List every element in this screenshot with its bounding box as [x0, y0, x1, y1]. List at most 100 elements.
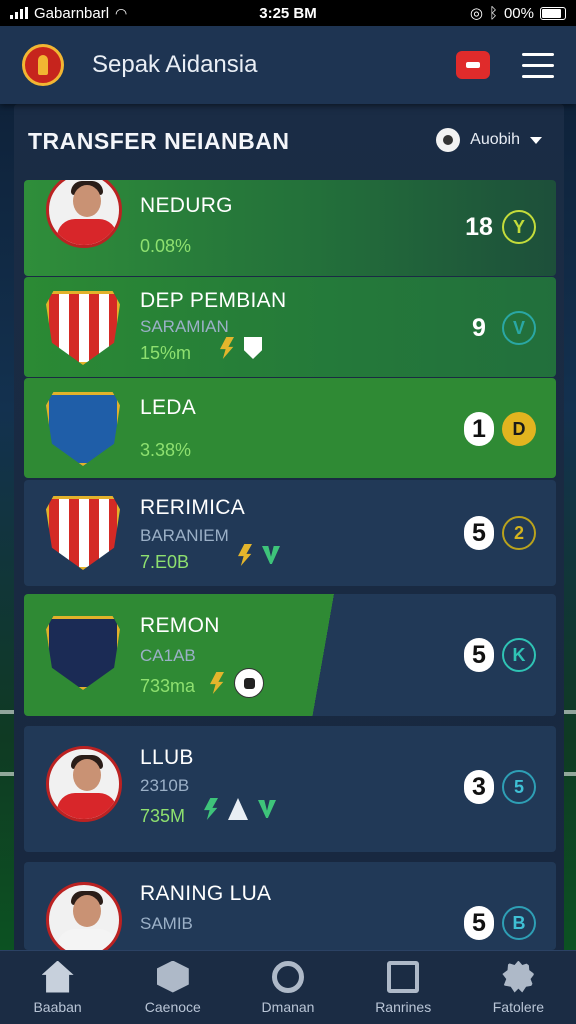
nav-label: Baaban [33, 998, 82, 1015]
home-icon [41, 960, 74, 993]
card-name: DEP PEMBIAN [140, 289, 287, 312]
transfer-card[interactable]: LLUB 2310B 735M 3 5 [24, 726, 556, 852]
score-number: 1 [464, 412, 494, 446]
nav-item-compass[interactable]: Dmanan [230, 951, 345, 1024]
card-score: 5 2 [464, 516, 536, 550]
transfer-card[interactable]: RANING LUA SAMIB 5 B [24, 862, 556, 950]
nav-item-home[interactable]: Baaban [0, 951, 115, 1024]
score-number: 18 [465, 212, 493, 241]
nav-item-box[interactable]: Caenoce [115, 951, 230, 1024]
card-score: 3 5 [464, 770, 536, 804]
transfer-card[interactable]: NEDURG 0.08% 18 Y [24, 180, 556, 276]
card-score: 1 D [464, 412, 536, 446]
nav-label: Dmanan [261, 998, 315, 1015]
nav-label: Fatolere [492, 998, 545, 1015]
transfer-card[interactable]: DEP PEMBIAN SARAMIAN 15%m 9 V [24, 277, 556, 377]
signal-icon [10, 7, 28, 19]
notification-icon [466, 62, 480, 68]
app-title: Sepak Aidansia [92, 51, 258, 78]
transfer-card[interactable]: RERIMICA BARANIEM 7.E0B 5 2 [24, 480, 556, 586]
gear-icon [502, 960, 535, 993]
score-badge: Y [502, 210, 536, 244]
box-icon [156, 960, 189, 993]
card-name: RANING LUA [140, 882, 272, 905]
card-icons [238, 544, 280, 566]
battery-icon [540, 6, 566, 20]
nav-label: Ranrines [375, 998, 432, 1015]
score-badge: V [502, 311, 536, 345]
card-value: 3.38% [140, 440, 192, 460]
card-value: 733ma [140, 676, 196, 696]
card-icons [204, 798, 276, 820]
chevron-down-icon [530, 136, 542, 144]
v-icon [258, 800, 276, 818]
club-crest [46, 392, 120, 466]
score-number: 5 [464, 516, 494, 550]
card-value: 7.E0B [140, 552, 190, 572]
card-name: REMON [140, 614, 220, 637]
app-header: Sepak Aidansia [0, 26, 576, 104]
club-crest [46, 291, 120, 365]
player-avatar [46, 746, 122, 822]
section-title: TRANSFER NEIANBAN [28, 128, 290, 154]
score-badge: B [502, 906, 536, 940]
card-subtitle: SAMIB [140, 914, 193, 933]
status-left: Gabarnbarl ◠ [10, 5, 127, 22]
wifi-icon: ◠ [115, 4, 128, 21]
sort-label: Auobih [470, 131, 520, 148]
v-icon [262, 546, 280, 564]
club-crest [46, 616, 120, 690]
battery-percent: 00% [503, 4, 534, 22]
card-value: 15%m [140, 343, 192, 363]
ball-icon [436, 128, 461, 152]
carrier-name: Gabarnbarl [34, 4, 110, 22]
card-name: LEDA [140, 396, 197, 419]
notification-button[interactable] [456, 51, 490, 79]
score-number: 5 [464, 638, 494, 672]
score-number: 5 [464, 906, 494, 940]
bolt-icon [210, 672, 224, 694]
card-icons [210, 668, 264, 698]
bluetooth-icon: ᛒ [488, 4, 498, 22]
transfer-card[interactable]: LEDA 3.38% 1 D [24, 378, 556, 478]
card-value: 0.08% [140, 236, 192, 256]
card-score: 9 V [464, 311, 536, 345]
status-time: 3:25 BM [259, 4, 317, 22]
card-score: 5 K [464, 638, 536, 672]
score-badge: D [502, 412, 536, 446]
sort-dropdown[interactable]: Auobih [436, 128, 542, 152]
card-value: 735M [140, 806, 186, 826]
score-badge: K [502, 638, 536, 672]
score-badge: 2 [502, 516, 536, 550]
score-number: 9 [472, 313, 486, 342]
status-bar: Gabarnbarl ◠ 3:25 BM ◎ ᛒ 00% [0, 0, 576, 26]
card-subtitle: 2310B [140, 776, 190, 795]
card-subtitle: CA1AB [140, 646, 196, 665]
bolt-icon [204, 798, 218, 820]
menu-button[interactable] [522, 52, 554, 78]
app-logo[interactable] [22, 44, 64, 86]
nav-item-settings[interactable]: Fatolere [461, 951, 576, 1024]
bottom-nav: Baaban Caenoce Dmanan Ranrines Fatolere [0, 950, 576, 1024]
compass-icon [272, 960, 304, 993]
location-icon: ◎ [469, 5, 483, 22]
cone-icon [228, 798, 248, 820]
card-name: RERIMICA [140, 496, 246, 519]
square-icon [387, 960, 420, 993]
card-subtitle: SARAMIAN [140, 317, 229, 336]
score-badge: 5 [502, 770, 536, 804]
card-name: LLUB [140, 746, 194, 769]
player-avatar [46, 180, 122, 248]
card-score: 5 B [464, 906, 536, 940]
bolt-icon [238, 544, 252, 566]
status-right: ◎ ᛒ 00% [470, 4, 566, 22]
shield-icon [244, 337, 262, 359]
nav-label: Caenoce [144, 998, 201, 1015]
bolt-icon [220, 337, 234, 359]
nav-item-square[interactable]: Ranrines [346, 951, 461, 1024]
player-avatar [46, 882, 122, 950]
score-number: 3 [464, 770, 494, 804]
transfer-card[interactable]: REMON CA1AB 733ma 5 K [24, 594, 556, 716]
card-name: NEDURG [140, 194, 233, 217]
card-subtitle: BARANIEM [140, 526, 229, 545]
